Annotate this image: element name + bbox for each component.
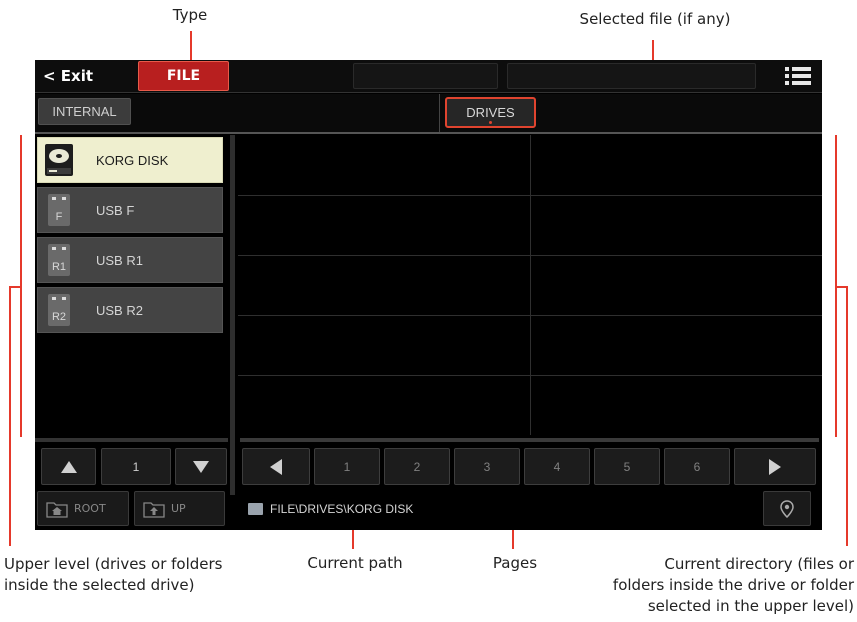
upper-level-list: KORG DISK F USB F R1 USB R1 R2 USB R2 (35, 135, 228, 435)
callout-pages: Pages (492, 554, 538, 572)
tab-drives[interactable]: DRIVES (445, 97, 536, 128)
page-button-1[interactable]: 1 (314, 448, 380, 485)
page-button-5[interactable]: 5 (594, 448, 660, 485)
callout-line-current-directory (846, 286, 848, 546)
callout-current-directory: Current directory (files or folders insi… (612, 555, 854, 615)
drive-label: USB F (96, 202, 135, 218)
type-field (353, 63, 498, 89)
callout-current-path: Current path (307, 554, 403, 572)
pane-divider[interactable] (230, 135, 235, 495)
location-pin-icon (780, 499, 794, 518)
triangle-left-icon (270, 458, 282, 475)
page-prev-button[interactable] (242, 448, 310, 485)
usb-drive-icon: R2 (48, 294, 70, 326)
up-label: UP (171, 502, 186, 515)
hamburger-list-icon[interactable] (785, 66, 811, 86)
scroll-down-button[interactable] (175, 448, 227, 485)
tab-divider (439, 94, 440, 132)
folder-home-icon (46, 501, 68, 518)
drive-item-usb-r2[interactable]: R2 USB R2 (37, 287, 223, 333)
callout-type: Type (172, 6, 208, 24)
tab-drives-label: DRIVES (466, 105, 515, 120)
selected-file-field (507, 63, 756, 89)
page-button-4[interactable]: 4 (524, 448, 590, 485)
callout-selected-file: Selected file (if any) (579, 10, 731, 28)
tab-active-indicator (489, 121, 492, 124)
tab-internal[interactable]: INTERNAL (38, 98, 131, 125)
triangle-down-icon (193, 460, 209, 473)
usb-badge: F (56, 211, 63, 223)
drive-label: KORG DISK (96, 152, 169, 168)
current-path-text: FILE\DRIVES\KORG DISK (270, 502, 414, 516)
current-path: FILE\DRIVES\KORG DISK (248, 502, 413, 516)
triangle-right-icon (769, 458, 781, 475)
drive-label: USB R1 (96, 252, 143, 268)
drive-item-usb-r1[interactable]: R1 USB R1 (37, 237, 223, 283)
page-button-2[interactable]: 2 (384, 448, 450, 485)
callout-line-upper-level (9, 286, 11, 546)
grid-column-line (530, 135, 531, 435)
folder-up-icon (143, 501, 165, 518)
pages-bar: 1 2 3 4 5 6 (240, 448, 822, 485)
exit-button[interactable]: < Exit (43, 67, 93, 85)
top-bar: < Exit FILE (35, 60, 822, 93)
root-label: ROOT (74, 502, 106, 515)
up-button[interactable]: UP (134, 491, 225, 526)
page-next-button[interactable] (734, 448, 816, 485)
file-browser-screen: < Exit FILE INTERNAL DRIVES KORG DISK F … (35, 60, 822, 530)
current-directory-grid[interactable] (238, 135, 822, 435)
page-button-3[interactable]: 3 (454, 448, 520, 485)
page-button-6[interactable]: 6 (664, 448, 730, 485)
upper-level-pager: 1 (35, 448, 228, 485)
location-button[interactable] (763, 491, 811, 526)
usb-drive-icon: F (48, 194, 70, 226)
callout-upper-level: Upper level (drives or folders inside th… (4, 555, 223, 594)
disk-drive-icon (45, 144, 73, 176)
callout-line-type (190, 31, 192, 61)
drive-item-korg-disk[interactable]: KORG DISK (37, 137, 223, 183)
bottom-bar: ROOT UP FILE\DRIVES\KORG DISK (35, 488, 822, 530)
tab-bar: INTERNAL DRIVES (35, 94, 822, 134)
upper-level-scrollbar[interactable] (35, 438, 228, 442)
drive-label: USB R2 (96, 302, 143, 318)
usb-drive-icon: R1 (48, 244, 70, 276)
current-directory-scrollbar[interactable] (240, 438, 819, 442)
callout-bracket-upper-level (20, 135, 22, 437)
type-selector-button[interactable]: FILE (138, 61, 229, 91)
scroll-up-button[interactable] (41, 448, 96, 485)
triangle-up-icon (60, 460, 77, 473)
upper-level-page-number: 1 (101, 448, 171, 485)
folder-icon (248, 503, 263, 515)
callout-line-selected-file (652, 40, 654, 62)
root-button[interactable]: ROOT (37, 491, 129, 526)
usb-badge: R1 (52, 261, 66, 273)
drive-item-usb-f[interactable]: F USB F (37, 187, 223, 233)
usb-badge: R2 (52, 311, 66, 323)
